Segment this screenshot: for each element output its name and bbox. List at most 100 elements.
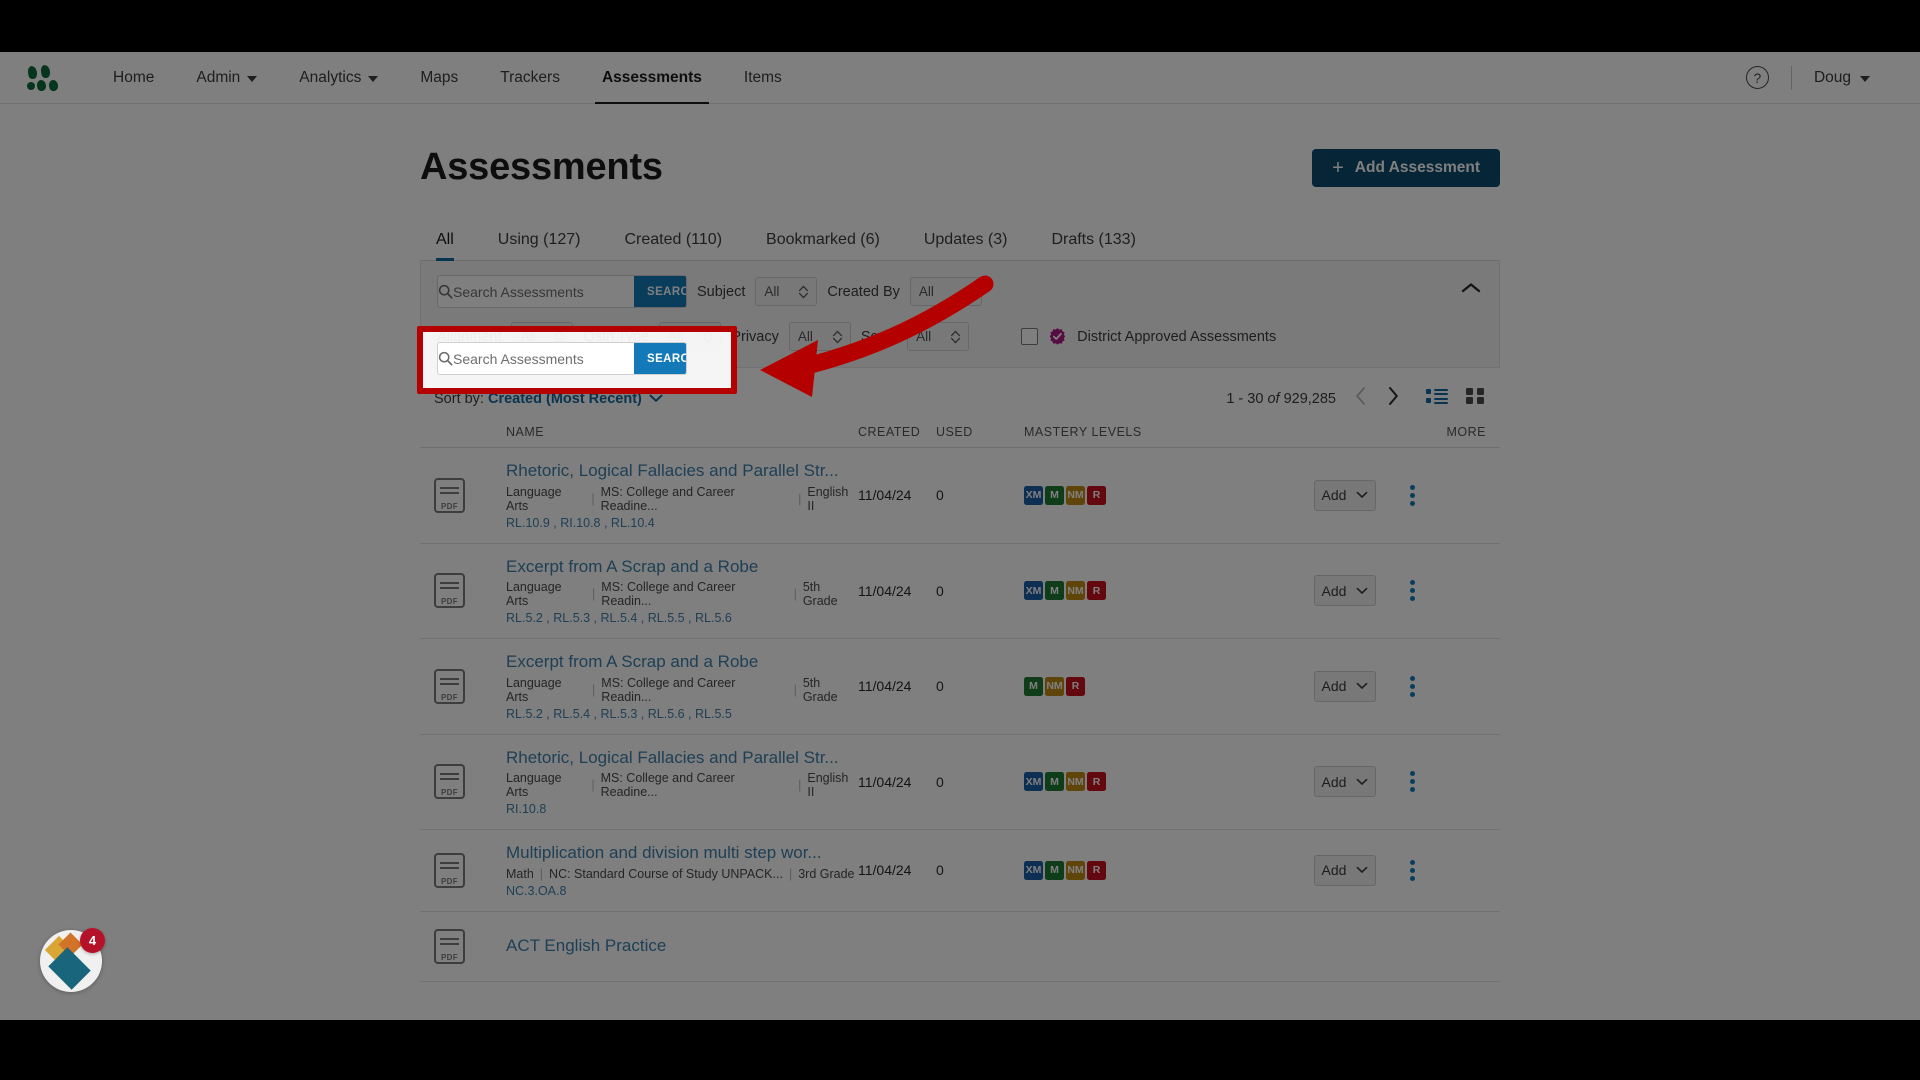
illuminate-logo[interactable]: [26, 63, 60, 92]
chevron-right-icon[interactable]: [1386, 386, 1400, 411]
tab-bookmarked[interactable]: Bookmarked (6): [744, 231, 902, 260]
tab-created[interactable]: Created (110): [602, 231, 744, 260]
filter-select-created-by[interactable]: All: [909, 277, 982, 306]
column-header-mastery: MASTERY LEVELS: [1024, 425, 1142, 439]
tab-updates[interactable]: Updates (3): [902, 231, 1030, 260]
row-subject: Math: [506, 866, 534, 881]
filter-value-subject: All: [764, 284, 780, 299]
search-assessments-box[interactable]: SEARCH: [437, 275, 687, 308]
row-grade: English II: [807, 771, 849, 800]
nav-item-items[interactable]: Items: [723, 52, 803, 104]
tab-using[interactable]: Using (127): [476, 231, 603, 260]
row-created-date: 11/04/24: [858, 487, 912, 504]
filter-select-alignment[interactable]: All: [511, 322, 574, 351]
filter-select-privacy[interactable]: All: [788, 322, 851, 351]
table-row[interactable]: PDF Multiplication and division multi st…: [420, 830, 1500, 912]
filter-value-scale: All: [916, 329, 932, 344]
nav-item-assessments[interactable]: Assessments: [581, 52, 723, 104]
filter-select-subject[interactable]: All: [755, 277, 818, 306]
chevron-down-icon[interactable]: [649, 394, 663, 403]
row-created-date: 11/04/24: [858, 773, 912, 790]
mastery-level-nm: NM: [1066, 581, 1085, 601]
nav-item-home[interactable]: Home: [92, 52, 175, 104]
chevron-left-icon[interactable]: [1354, 386, 1368, 411]
user-menu[interactable]: Doug: [1814, 69, 1870, 87]
meta-divider: |: [798, 491, 802, 506]
assessment-name-link[interactable]: Multiplication and division multi step w…: [506, 843, 858, 863]
filter-label-created-by: Created By: [827, 283, 900, 300]
notification-widget[interactable]: 4: [40, 928, 105, 992]
row-file-icon-cell: PDF: [434, 764, 506, 800]
kebab-menu-icon[interactable]: [1410, 484, 1415, 506]
row-subject: Language Arts: [506, 580, 562, 609]
sort-by-value[interactable]: Created (Most Recent): [488, 391, 642, 407]
meta-divider: |: [591, 491, 595, 506]
table-row[interactable]: PDF Excerpt from A Scrap and a Robe Lang…: [420, 639, 1500, 735]
mastery-level-m: M: [1045, 485, 1064, 505]
filter-select-qstn-type[interactable]: All: [659, 322, 722, 351]
add-to-button[interactable]: Add: [1314, 575, 1376, 607]
of-label: of: [1267, 390, 1280, 407]
grid-view-icon[interactable]: [1466, 387, 1486, 410]
add-to-button[interactable]: Add: [1314, 479, 1376, 511]
nav-item-admin[interactable]: Admin: [175, 52, 278, 104]
add-to-button[interactable]: Add: [1314, 670, 1376, 702]
page-title: Assessments: [420, 146, 663, 188]
row-standards[interactable]: RL.5.2 , RL.5.3 , RL.5.4 , RL.5.5 , RL.5…: [506, 611, 858, 625]
pdf-file-icon: PDF: [434, 852, 465, 888]
row-file-icon-cell: PDF: [434, 668, 506, 704]
filter-select-scale[interactable]: All: [907, 322, 970, 351]
assessment-name-link[interactable]: Excerpt from A Scrap and a Robe: [506, 557, 858, 577]
tab-drafts[interactable]: Drafts (133): [1029, 231, 1157, 260]
tab-label: Created (110): [624, 231, 723, 248]
kebab-menu-icon[interactable]: [1410, 859, 1415, 881]
plus-icon: +: [1332, 156, 1344, 179]
stepper-icon: [832, 329, 843, 345]
search-input[interactable]: [453, 276, 634, 307]
assessment-name-link[interactable]: Excerpt from A Scrap and a Robe: [506, 652, 858, 672]
add-to-button[interactable]: Add: [1314, 766, 1376, 798]
add-assessment-button[interactable]: + Add Assessment: [1312, 148, 1500, 187]
chevron-down-icon: [1357, 587, 1368, 594]
assessment-name-link[interactable]: ACT English Practice: [506, 936, 858, 956]
assessment-name-link[interactable]: Rhetoric, Logical Fallacies and Parallel…: [506, 461, 858, 481]
list-view-icon[interactable]: [1426, 387, 1448, 410]
mastery-level-xm: XM: [1024, 581, 1043, 601]
notification-count-badge: 4: [80, 928, 105, 953]
filter-row-primary: SEARCH Subject All Created By All: [437, 275, 1483, 308]
add-to-button[interactable]: Add: [1314, 854, 1376, 886]
row-created-date: 11/04/24: [858, 862, 912, 879]
row-created-date: 11/04/24: [858, 582, 912, 599]
table-row[interactable]: PDF Rhetoric, Logical Fallacies and Para…: [420, 735, 1500, 831]
view-toggle-group: [1426, 387, 1486, 410]
kebab-menu-icon[interactable]: [1410, 675, 1415, 697]
row-standards[interactable]: NC.3.OA.8: [506, 884, 858, 898]
district-approved-checkbox[interactable]: [1021, 328, 1039, 345]
row-standards[interactable]: RL.10.9 , RI.10.8 , RL.10.4: [506, 516, 858, 530]
row-standards[interactable]: RL.5.2 , RL.5.4 , RL.5.3 , RL.5.6 , RL.5…: [506, 707, 858, 721]
nav-item-analytics[interactable]: Analytics: [278, 52, 399, 104]
top-navigation-bar: Home Admin Analytics Maps Trackers Asses…: [0, 52, 1920, 104]
kebab-menu-icon[interactable]: [1410, 580, 1415, 602]
search-button[interactable]: SEARCH: [634, 276, 686, 307]
row-actions-cell: Add: [1314, 854, 1486, 886]
meta-divider: |: [793, 682, 797, 697]
nav-label-home: Home: [113, 68, 155, 86]
table-row[interactable]: PDF Excerpt from A Scrap and a Robe Lang…: [420, 544, 1500, 640]
tab-all[interactable]: All: [420, 231, 476, 261]
nav-item-maps[interactable]: Maps: [399, 52, 479, 104]
meta-divider: |: [592, 587, 596, 602]
row-standard-set: NC: Standard Course of Study UNPACK...: [549, 866, 783, 881]
question-circle-icon[interactable]: ?: [1745, 66, 1769, 89]
kebab-menu-icon[interactable]: [1410, 771, 1415, 793]
chevron-up-icon[interactable]: [1461, 281, 1481, 299]
meta-divider: |: [798, 778, 802, 793]
row-standards[interactable]: RI.10.8: [506, 802, 858, 816]
row-name-cell: Excerpt from A Scrap and a Robe Language…: [506, 557, 858, 626]
table-row[interactable]: PDF Rhetoric, Logical Fallacies and Para…: [420, 448, 1500, 544]
nav-item-trackers[interactable]: Trackers: [479, 52, 581, 104]
mastery-level-r: R: [1087, 485, 1106, 505]
assessment-name-link[interactable]: Rhetoric, Logical Fallacies and Parallel…: [506, 748, 858, 768]
column-header-more: MORE: [1446, 425, 1486, 439]
table-row[interactable]: PDF ACT English Practice: [420, 912, 1500, 982]
